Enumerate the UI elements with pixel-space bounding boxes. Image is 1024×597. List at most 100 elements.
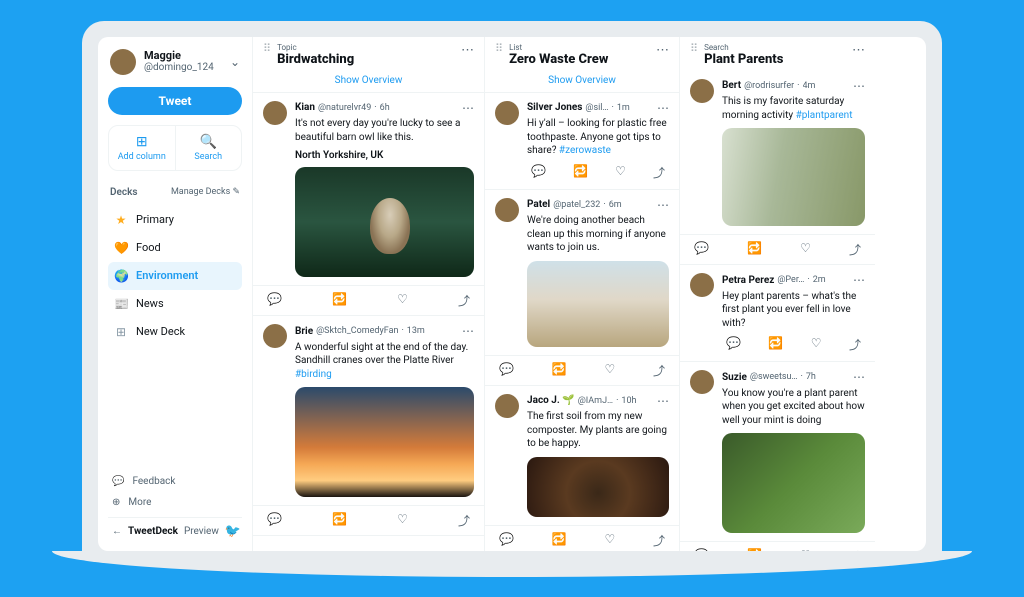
hashtag[interactable]: #plantparent <box>796 110 853 121</box>
deck-item[interactable]: ★Primary <box>108 206 242 234</box>
add-column-button[interactable]: ⊞ Add column <box>109 126 176 170</box>
column-title: Zero Waste Crew <box>509 52 650 68</box>
like-icon[interactable]: ♡ <box>604 362 615 379</box>
grip-icon[interactable]: ⠿ <box>263 43 271 54</box>
tweet[interactable]: Bert @rodrisurfer · 4m ⋯ This is my favo… <box>680 71 875 235</box>
like-icon[interactable]: ♡ <box>800 241 811 258</box>
tweet-more-icon[interactable]: ⋯ <box>462 324 474 338</box>
column-menu-icon[interactable]: ⋯ <box>656 43 669 58</box>
arrow-left-icon[interactable]: ← <box>112 526 122 537</box>
laptop-screen-bezel: Maggie @domingo_124 ⌄ Tweet ⊞ Add column… <box>82 21 942 551</box>
tweet-media[interactable] <box>295 387 474 497</box>
reply-icon[interactable]: 💬 <box>726 336 741 353</box>
tweet-author-name: Petra Perez <box>722 275 774 287</box>
column-kind: Topic <box>277 43 455 52</box>
deck-icon: 🧡 <box>114 241 128 255</box>
tweet-media[interactable] <box>527 457 669 517</box>
decks-title: Decks <box>110 187 138 198</box>
column-header: ⠿ Search Plant Parents ⋯ <box>680 37 875 72</box>
like-icon[interactable]: ♡ <box>397 292 408 309</box>
grip-icon[interactable]: ⠿ <box>495 43 503 54</box>
tweet-more-icon[interactable]: ⋯ <box>853 370 865 384</box>
reply-icon[interactable]: 💬 <box>267 512 282 529</box>
retweet-icon[interactable]: 🔁 <box>573 164 588 181</box>
share-icon[interactable]: ⤴ <box>849 241 861 258</box>
hashtag[interactable]: #zerowaste <box>559 145 611 156</box>
feedback-link[interactable]: 💬 Feedback <box>108 471 242 492</box>
tweet-actions: 💬 🔁 ♡ ⤴ <box>485 356 679 386</box>
column-menu-icon[interactable]: ⋯ <box>461 43 474 58</box>
search-icon: 🔍 <box>180 134 238 150</box>
deck-label: Environment <box>136 269 198 282</box>
tweet-media[interactable] <box>295 167 474 277</box>
hashtag[interactable]: #birding <box>295 369 332 380</box>
reply-icon[interactable]: 💬 <box>267 292 282 309</box>
tweet-more-icon[interactable]: ⋯ <box>657 101 669 115</box>
like-icon[interactable]: ♡ <box>604 532 615 549</box>
grip-icon[interactable]: ⠿ <box>690 43 698 54</box>
retweet-icon[interactable]: 🔁 <box>747 548 762 550</box>
tweet-more-icon[interactable]: ⋯ <box>657 198 669 212</box>
share-icon[interactable]: ⤴ <box>849 548 861 550</box>
share-icon[interactable]: ⤴ <box>458 292 470 309</box>
laptop-base <box>52 551 972 577</box>
tweet[interactable]: Brie @Sktch_ComedyFan · 13m ⋯ A wonderfu… <box>253 316 484 506</box>
retweet-icon[interactable]: 🔁 <box>552 532 567 549</box>
tweet-media[interactable] <box>527 261 669 347</box>
show-overview-link[interactable]: Show Overview <box>485 71 679 93</box>
tweet-text: Hey plant parents – what's the first pla… <box>722 290 865 331</box>
retweet-icon[interactable]: 🔁 <box>747 241 762 258</box>
column: ⠿ Search Plant Parents ⋯ Bert @rodrisurf… <box>680 37 875 551</box>
tweet-media[interactable] <box>722 433 865 533</box>
retweet-icon[interactable]: 🔁 <box>768 336 783 353</box>
tweet-more-icon[interactable]: ⋯ <box>462 101 474 115</box>
share-icon[interactable]: ⤴ <box>653 532 665 549</box>
deck-item[interactable]: 📰News <box>108 290 242 318</box>
tweet[interactable]: Kian @naturelvr49 · 6h ⋯ It's not every … <box>253 93 484 286</box>
avatar <box>495 394 519 418</box>
retweet-icon[interactable]: 🔁 <box>332 292 347 309</box>
manage-decks-link[interactable]: Manage Decks ✎ <box>171 187 240 197</box>
share-icon[interactable]: ⤴ <box>849 336 861 353</box>
share-icon[interactable]: ⤴ <box>653 164 665 181</box>
reply-icon[interactable]: 💬 <box>531 164 546 181</box>
share-icon[interactable]: ⤴ <box>458 512 470 529</box>
account-switcher[interactable]: Maggie @domingo_124 ⌄ <box>108 47 242 83</box>
tweet-more-icon[interactable]: ⋯ <box>853 273 865 287</box>
column-menu-icon[interactable]: ⋯ <box>852 43 865 58</box>
retweet-icon[interactable]: 🔁 <box>552 362 567 379</box>
tweet-media[interactable] <box>722 128 865 226</box>
more-label: More <box>128 497 151 508</box>
column-title: Birdwatching <box>277 52 455 68</box>
reply-icon[interactable]: 💬 <box>694 241 709 258</box>
tweet[interactable]: Patel @patel_232 · 6m ⋯ We're doing anot… <box>485 190 679 356</box>
deck-item[interactable]: 🧡Food <box>108 234 242 262</box>
search-button[interactable]: 🔍 Search <box>176 126 242 170</box>
tweet-more-icon[interactable]: ⋯ <box>853 79 865 93</box>
tweet-time: 13m <box>407 326 425 337</box>
tweet-time: 6m <box>609 200 622 211</box>
more-link[interactable]: ⊕ More <box>108 492 242 513</box>
tweet[interactable]: Jaco J. 🌱 @IAmJ… · 10h ⋯ The first soil … <box>485 386 679 526</box>
share-icon[interactable]: ⤴ <box>653 362 665 379</box>
like-icon[interactable]: ♡ <box>397 512 408 529</box>
tweet[interactable]: Suzie @sweetsu… · 7h ⋯ You know you're a… <box>680 362 875 542</box>
columns-container: ⠿ Topic Birdwatching ⋯ Show Overview Kia… <box>253 37 926 551</box>
reply-icon[interactable]: 💬 <box>499 362 514 379</box>
like-icon[interactable]: ♡ <box>615 164 626 181</box>
deck-item[interactable]: ⊞New Deck <box>108 318 242 346</box>
reply-icon[interactable]: 💬 <box>694 548 709 550</box>
search-label: Search <box>194 152 222 162</box>
deck-item[interactable]: 🌍Environment <box>108 262 242 290</box>
show-overview-link[interactable]: Show Overview <box>253 71 484 93</box>
tweet-author-name: Suzie <box>722 372 747 384</box>
tweet-button[interactable]: Tweet <box>108 87 242 115</box>
tweet-more-icon[interactable]: ⋯ <box>657 394 669 408</box>
tweet[interactable]: Petra Perez @Per… · 2m ⋯ Hey plant paren… <box>680 265 875 362</box>
like-icon[interactable]: ♡ <box>800 548 811 550</box>
tweet-text: Hi y'all – looking for plastic free toot… <box>527 117 669 158</box>
like-icon[interactable]: ♡ <box>811 336 822 353</box>
reply-icon[interactable]: 💬 <box>499 532 514 549</box>
tweet[interactable]: Silver Jones @sil… · 1m ⋯ Hi y'all – loo… <box>485 93 679 190</box>
retweet-icon[interactable]: 🔁 <box>332 512 347 529</box>
